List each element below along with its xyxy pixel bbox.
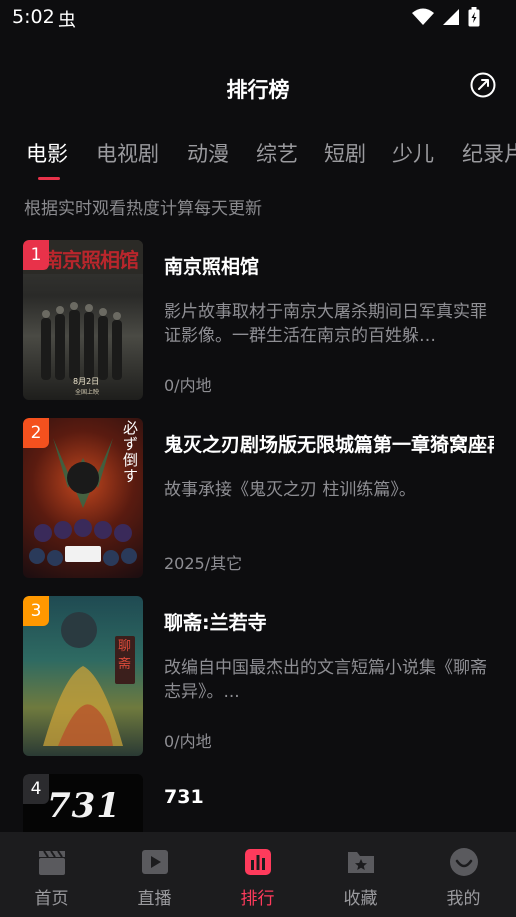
status-time: 5:02 (12, 6, 55, 28)
nav-profile[interactable]: 我的 (412, 832, 515, 917)
ranking-list: 南京照相馆 8月2日 全国上映 1 南京照相馆 影片故事取材于南京大屠杀期间日军… (0, 238, 516, 832)
profile-icon (450, 848, 478, 876)
signal-icon (443, 9, 459, 25)
list-item[interactable]: 必ず倒す 2 鬼灭之刃剧场版无限城篇第一章猗窝座再袭 故事承接《鬼灭之刃 柱训练… (0, 416, 516, 578)
movie-poster[interactable]: 南京照相馆 8月2日 全国上映 1 (23, 240, 143, 400)
tab-anime[interactable]: 动漫 (187, 138, 229, 168)
page-title: 排行榜 (226, 78, 290, 102)
item-title: 聊斋:兰若寺 (164, 612, 267, 634)
active-tab-indicator (38, 177, 60, 180)
list-item[interactable]: 聊斋 3 聊斋:兰若寺 改编自中国最杰出的文言短篇小说集《聊斋志异》。... 0… (0, 594, 516, 756)
movie-poster[interactable]: 必ず倒す 2 (23, 418, 143, 578)
tab-documentary[interactable]: 纪录片 (462, 138, 516, 168)
rank-badge: 3 (23, 596, 49, 626)
ranking-icon (245, 849, 271, 875)
nav-favorites[interactable]: 收藏 (309, 832, 412, 917)
rank-badge: 1 (23, 240, 49, 270)
tab-short-drama[interactable]: 短剧 (324, 138, 366, 168)
nav-label: 收藏 (343, 889, 378, 909)
poster-title: 必ず倒す (123, 419, 139, 485)
header: 排行榜 (0, 60, 516, 112)
list-item[interactable]: 731 4 731 (0, 772, 516, 832)
tab-kids[interactable]: 少儿 (392, 138, 434, 168)
rank-badge: 2 (23, 418, 49, 448)
item-title: 南京照相馆 (164, 256, 260, 278)
status-icons (412, 7, 480, 27)
nav-label: 首页 (34, 889, 69, 909)
list-item[interactable]: 南京照相馆 8月2日 全国上映 1 南京照相馆 影片故事取材于南京大屠杀期间日军… (0, 238, 516, 400)
battery-icon (468, 7, 480, 27)
clapperboard-icon (39, 850, 65, 875)
nav-home[interactable]: 首页 (0, 832, 103, 917)
item-meta: 2025/其它 (164, 554, 243, 573)
item-description: 影片故事取材于南京大屠杀期间日军真实罪证影像。一群生活在南京的百姓躲… (164, 302, 487, 346)
item-title: 731 (164, 786, 204, 808)
poster-title: 聊斋 (118, 639, 132, 672)
nav-live[interactable]: 直播 (103, 832, 206, 917)
wifi-icon (412, 8, 434, 25)
poster-title: 南京照相馆 (43, 248, 139, 272)
movie-poster[interactable]: 731 4 (23, 774, 143, 832)
poster-release-note: 全国上映 (75, 389, 100, 396)
play-icon (142, 850, 168, 874)
poster-title: 731 (47, 786, 121, 826)
item-description: 改编自中国最杰出的文言短篇小说集《聊斋志异》。... (164, 658, 487, 702)
status-bar: 5:02 虫 (0, 0, 516, 36)
poster-date: 8月2日 (73, 377, 100, 386)
tab-tv-series[interactable]: 电视剧 (96, 138, 159, 168)
nav-label: 排行 (240, 889, 275, 909)
nav-ranking[interactable]: 排行 (206, 832, 309, 917)
nav-label: 直播 (137, 889, 172, 909)
item-meta: 0/内地 (164, 376, 212, 395)
ranking-subtitle: 根据实时观看热度计算每天更新 (24, 199, 262, 219)
item-description: 故事承接《鬼灭之刃 柱训练篇》。 (164, 480, 416, 500)
bottom-nav: 首页 直播 排行 收藏 我的 (0, 832, 516, 917)
item-title: 鬼灭之刃剧场版无限城篇第一章猗窝座再袭 (164, 434, 494, 456)
folder-star-icon (348, 852, 374, 873)
category-tabs: 电影 电视剧 动漫 综艺 短剧 少儿 纪录片 (0, 130, 516, 180)
share-icon[interactable] (470, 72, 496, 98)
tab-variety[interactable]: 综艺 (256, 138, 298, 168)
nav-label: 我的 (446, 889, 481, 909)
item-meta: 0/内地 (164, 732, 212, 751)
movie-poster[interactable]: 聊斋 3 (23, 596, 143, 756)
app-notification-icon: 虫 (58, 10, 76, 31)
rank-badge: 4 (23, 774, 49, 804)
tab-movie[interactable]: 电影 (26, 138, 68, 168)
